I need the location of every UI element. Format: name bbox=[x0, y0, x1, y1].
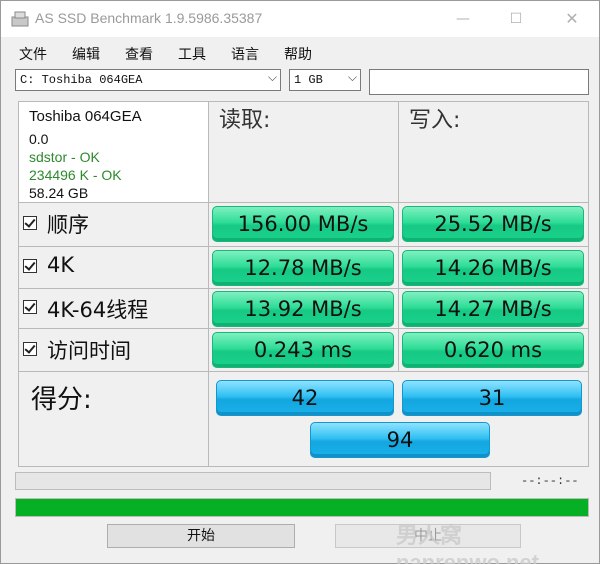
size-select-value: 1 GB bbox=[294, 73, 323, 87]
notes-input[interactable] bbox=[369, 69, 589, 95]
4k-write-result: 14.26 MB/s bbox=[402, 250, 584, 286]
test-label-access-time: 访问时间 bbox=[47, 339, 131, 363]
score-label: 得分: bbox=[31, 385, 92, 415]
menu-help[interactable]: 帮助 bbox=[284, 44, 312, 64]
app-window: AS SSD Benchmark 1.9.5986.35387 — ☐ ✕ 文件… bbox=[0, 0, 600, 564]
driver-status: sdstor - OK bbox=[29, 149, 100, 165]
4k-read-result: 12.78 MB/s bbox=[212, 250, 394, 286]
close-button[interactable]: ✕ bbox=[562, 9, 582, 29]
maximize-button[interactable]: ☐ bbox=[506, 9, 526, 29]
sequential-write-result: 25.52 MB/s bbox=[402, 206, 584, 242]
grid-divider bbox=[18, 371, 588, 372]
menu-view[interactable]: 查看 bbox=[125, 44, 153, 64]
read-column-header: 读取: bbox=[219, 108, 271, 133]
test-label-sequential: 顺序 bbox=[47, 213, 89, 237]
drive-capacity: 58.24 GB bbox=[29, 185, 89, 201]
menu-bar: 文件 编辑 查看 工具 语言 帮助 bbox=[1, 39, 599, 65]
minimize-button[interactable]: — bbox=[453, 9, 473, 29]
menu-language[interactable]: 语言 bbox=[231, 44, 259, 64]
overall-progress-fill bbox=[16, 499, 588, 516]
4k-64-write-result: 14.27 MB/s bbox=[402, 291, 584, 327]
write-column-header: 写入: bbox=[409, 108, 461, 133]
size-select[interactable]: 1 GB ⌵ bbox=[289, 69, 361, 91]
write-score: 31 bbox=[402, 380, 582, 416]
chevron-down-icon: ⌵ bbox=[347, 71, 357, 85]
menu-edit[interactable]: 编辑 bbox=[72, 44, 100, 64]
chevron-down-icon: ⌵ bbox=[267, 71, 277, 85]
watermark: 男人窝 nanrenwo.net bbox=[396, 523, 540, 564]
grid-divider bbox=[588, 101, 589, 467]
read-score: 42 bbox=[216, 380, 394, 416]
test-label-4k: 4K bbox=[47, 253, 75, 277]
elapsed-timer: --:--:-- bbox=[521, 474, 579, 488]
start-button[interactable]: 开始 bbox=[107, 524, 295, 548]
total-score: 94 bbox=[310, 422, 490, 458]
grid-divider bbox=[18, 288, 588, 289]
test-label-4k-64: 4K-64线程 bbox=[47, 298, 149, 322]
sequential-read-result: 156.00 MB/s bbox=[212, 206, 394, 242]
access-time-read-result: 0.243 ms bbox=[212, 332, 394, 368]
grid-divider bbox=[18, 101, 588, 102]
grid-divider bbox=[398, 101, 399, 372]
drive-version: 0.0 bbox=[29, 131, 49, 147]
menu-tools[interactable]: 工具 bbox=[178, 44, 206, 64]
overall-progress-bar bbox=[15, 498, 589, 517]
grid-divider bbox=[18, 202, 588, 203]
alignment-status: 234496 K - OK bbox=[29, 167, 122, 183]
drive-name: Toshiba 064GEA bbox=[29, 108, 142, 125]
grid-divider bbox=[18, 101, 19, 467]
app-icon bbox=[11, 11, 29, 27]
grid-divider bbox=[18, 246, 588, 247]
access-time-checkbox[interactable] bbox=[23, 342, 37, 356]
4k-64-checkbox[interactable] bbox=[23, 300, 37, 314]
grid-divider bbox=[208, 101, 209, 467]
drive-select[interactable]: C: Toshiba 064GEA ⌵ bbox=[15, 69, 281, 91]
drive-select-value: C: Toshiba 064GEA bbox=[20, 73, 143, 87]
grid-divider bbox=[18, 328, 588, 329]
access-time-write-result: 0.620 ms bbox=[402, 332, 584, 368]
test-progress-bar bbox=[15, 472, 491, 490]
4k-checkbox[interactable] bbox=[23, 259, 37, 273]
grid-divider bbox=[18, 466, 588, 467]
sequential-checkbox[interactable] bbox=[23, 216, 37, 230]
title-bar: AS SSD Benchmark 1.9.5986.35387 — ☐ ✕ bbox=[1, 1, 599, 37]
4k-64-read-result: 13.92 MB/s bbox=[212, 291, 394, 327]
menu-file[interactable]: 文件 bbox=[19, 44, 47, 64]
window-title: AS SSD Benchmark 1.9.5986.35387 bbox=[35, 10, 263, 26]
